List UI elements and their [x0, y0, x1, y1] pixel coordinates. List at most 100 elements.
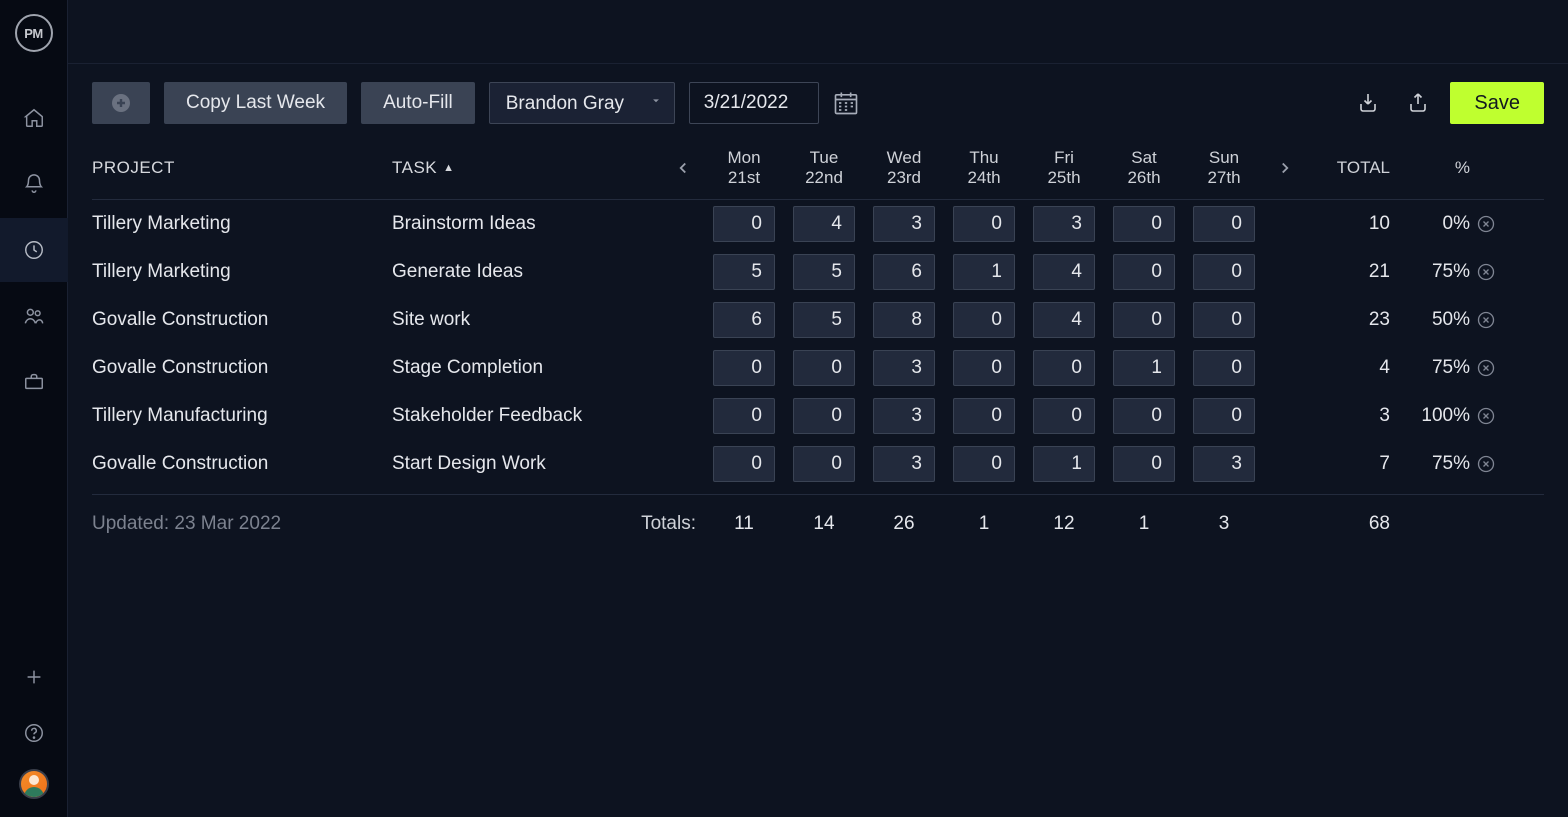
- hours-input[interactable]: [953, 302, 1015, 338]
- hours-input[interactable]: [1113, 302, 1175, 338]
- briefcase-icon: [23, 371, 45, 393]
- nav-bottom: [0, 657, 68, 817]
- table-row: Govalle ConstructionStage Completion475%: [92, 344, 1544, 392]
- col-project[interactable]: PROJECT: [92, 158, 392, 178]
- nav-home[interactable]: [0, 86, 68, 150]
- hours-input[interactable]: [1193, 446, 1255, 482]
- export-button[interactable]: [1400, 85, 1436, 121]
- hours-input[interactable]: [1113, 350, 1175, 386]
- hours-input[interactable]: [873, 446, 935, 482]
- col-task[interactable]: TASK ▲: [392, 158, 662, 178]
- delete-row-button[interactable]: [1470, 214, 1502, 234]
- table-header-row: PROJECT TASK ▲ Mon21st Tue22nd Wed23rd T…: [92, 142, 1544, 200]
- prev-week-button[interactable]: [662, 148, 704, 188]
- day-total-2: 26: [864, 513, 944, 535]
- hours-input[interactable]: [1033, 446, 1095, 482]
- day-head-6: Sun27th: [1184, 148, 1264, 189]
- project-cell: Govalle Construction: [92, 453, 392, 475]
- hours-input[interactable]: [713, 398, 775, 434]
- hours-input[interactable]: [1113, 398, 1175, 434]
- delete-row-button[interactable]: [1470, 310, 1502, 330]
- project-cell: Govalle Construction: [92, 309, 392, 331]
- hours-input[interactable]: [873, 302, 935, 338]
- add-row-button[interactable]: [92, 82, 150, 124]
- hours-input[interactable]: [953, 254, 1015, 290]
- hours-input[interactable]: [953, 398, 1015, 434]
- row-pct: 100%: [1394, 405, 1470, 427]
- hours-input[interactable]: [1193, 302, 1255, 338]
- row-total: 23: [1306, 309, 1394, 331]
- hours-input[interactable]: [1033, 350, 1095, 386]
- hours-input[interactable]: [713, 446, 775, 482]
- task-cell: Start Design Work: [392, 453, 662, 475]
- sort-asc-icon: ▲: [443, 162, 454, 174]
- task-cell: Stage Completion: [392, 357, 662, 379]
- hours-input[interactable]: [873, 398, 935, 434]
- import-button[interactable]: [1350, 85, 1386, 121]
- row-total: 10: [1306, 213, 1394, 235]
- table-row: Govalle ConstructionSite work2350%: [92, 296, 1544, 344]
- table-row: Tillery MarketingBrainstorm Ideas100%: [92, 200, 1544, 248]
- task-cell: Generate Ideas: [392, 261, 662, 283]
- hours-input[interactable]: [1193, 254, 1255, 290]
- save-button[interactable]: Save: [1450, 82, 1544, 124]
- bell-icon: [23, 173, 45, 195]
- hours-input[interactable]: [1033, 398, 1095, 434]
- col-task-label: TASK: [392, 158, 437, 178]
- nav-add[interactable]: [0, 657, 68, 697]
- auto-fill-button[interactable]: Auto-Fill: [361, 82, 475, 124]
- nav-timesheets[interactable]: [0, 218, 68, 282]
- nav-people[interactable]: [0, 284, 68, 348]
- plus-circle-icon: [109, 91, 133, 115]
- hours-input[interactable]: [793, 206, 855, 242]
- hours-input[interactable]: [793, 446, 855, 482]
- hours-input[interactable]: [953, 350, 1015, 386]
- hours-input[interactable]: [953, 446, 1015, 482]
- hours-input[interactable]: [713, 350, 775, 386]
- project-cell: Tillery Marketing: [92, 261, 392, 283]
- hours-input[interactable]: [793, 350, 855, 386]
- next-week-button[interactable]: [1264, 148, 1306, 188]
- user-select[interactable]: Brandon Gray: [489, 82, 675, 124]
- hours-input[interactable]: [1193, 350, 1255, 386]
- main: Copy Last Week Auto-Fill Brandon Gray Sa…: [68, 0, 1568, 817]
- hours-input[interactable]: [793, 398, 855, 434]
- nav-briefcase[interactable]: [0, 350, 68, 414]
- delete-row-button[interactable]: [1470, 358, 1502, 378]
- day-total-6: 3: [1184, 513, 1264, 535]
- hours-input[interactable]: [1113, 446, 1175, 482]
- hours-input[interactable]: [713, 302, 775, 338]
- hours-input[interactable]: [873, 350, 935, 386]
- hours-input[interactable]: [713, 254, 775, 290]
- hours-input[interactable]: [873, 206, 935, 242]
- hours-input[interactable]: [1033, 206, 1095, 242]
- hours-input[interactable]: [953, 206, 1015, 242]
- hours-input[interactable]: [713, 206, 775, 242]
- hours-input[interactable]: [1113, 206, 1175, 242]
- hours-input[interactable]: [873, 254, 935, 290]
- row-total: 7: [1306, 453, 1394, 475]
- day-head-0: Mon21st: [704, 148, 784, 189]
- hours-input[interactable]: [1033, 254, 1095, 290]
- date-input[interactable]: [689, 82, 819, 124]
- close-circle-icon: [1476, 262, 1496, 282]
- hours-input[interactable]: [793, 302, 855, 338]
- delete-row-button[interactable]: [1470, 262, 1502, 282]
- nav-notifications[interactable]: [0, 152, 68, 216]
- copy-last-week-button[interactable]: Copy Last Week: [164, 82, 347, 124]
- day-head-1: Tue22nd: [784, 148, 864, 189]
- nav-icons: [0, 86, 68, 657]
- hours-input[interactable]: [1193, 206, 1255, 242]
- nav-help[interactable]: [0, 713, 68, 753]
- table-row: Tillery ManufacturingStakeholder Feedbac…: [92, 392, 1544, 440]
- hours-input[interactable]: [793, 254, 855, 290]
- hours-input[interactable]: [1113, 254, 1175, 290]
- calendar-button[interactable]: [829, 86, 863, 120]
- user-avatar[interactable]: [19, 769, 49, 799]
- delete-row-button[interactable]: [1470, 454, 1502, 474]
- hours-input[interactable]: [1033, 302, 1095, 338]
- hours-input[interactable]: [1193, 398, 1255, 434]
- delete-row-button[interactable]: [1470, 406, 1502, 426]
- user-select-wrap: Brandon Gray: [489, 82, 675, 124]
- close-circle-icon: [1476, 406, 1496, 426]
